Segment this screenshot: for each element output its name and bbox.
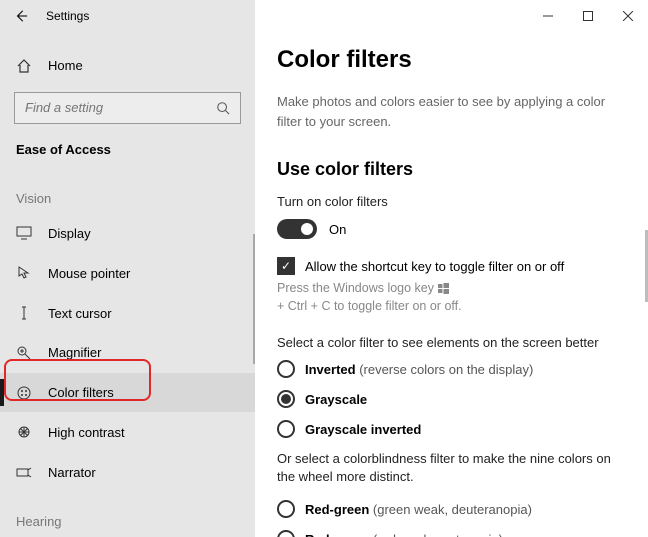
- content: Color filters Make photos and colors eas…: [255, 32, 648, 537]
- back-button[interactable]: [14, 9, 28, 23]
- sidebar-item-display[interactable]: Display: [0, 214, 255, 254]
- search-icon: [216, 101, 230, 115]
- category-header: Ease of Access: [0, 124, 255, 169]
- page-description: Make photos and colors easier to see by …: [277, 92, 617, 131]
- sidebar-item-magnifier[interactable]: Magnifier: [0, 333, 255, 373]
- toggle-state: On: [329, 222, 346, 237]
- search-wrap: [0, 84, 255, 124]
- maximize-button[interactable]: [568, 0, 608, 32]
- select-filter-label: Select a color filter to see elements on…: [277, 335, 626, 350]
- sidebar-item-narrator[interactable]: Narrator: [0, 452, 255, 492]
- sidebar-item-colorfilters[interactable]: Color filters: [0, 373, 255, 413]
- colorfilters-icon: [16, 385, 32, 401]
- radio-grayscale-inverted[interactable]: Grayscale inverted: [277, 420, 626, 438]
- titlebar-left: Settings: [0, 0, 255, 32]
- textcursor-icon: [16, 305, 32, 321]
- subcategory-hearing: Hearing: [0, 492, 255, 537]
- main-panel: Color filters Make photos and colors eas…: [255, 0, 648, 537]
- radio-grayscale[interactable]: Grayscale: [277, 390, 626, 408]
- checkbox-label: Allow the shortcut key to toggle filter …: [305, 259, 564, 274]
- search-input[interactable]: [25, 100, 216, 115]
- home-nav[interactable]: Home: [0, 48, 255, 84]
- shortcut-checkbox-row: ✓ Allow the shortcut key to toggle filte…: [277, 257, 626, 275]
- or-text: Or select a colorblindness filter to mak…: [277, 450, 617, 486]
- radio-redgreen-protan[interactable]: Red-green (red weak, protanopia): [277, 530, 626, 537]
- nav-label: Magnifier: [48, 345, 101, 360]
- section-use-filters: Use color filters: [277, 159, 626, 180]
- sidebar: Settings Home Ease of Access Vision Disp…: [0, 0, 255, 537]
- toggle-row: On: [277, 219, 626, 239]
- shortcut-hint: Press the Windows logo key + Ctrl + C to…: [277, 281, 626, 313]
- color-filters-toggle[interactable]: [277, 219, 317, 239]
- home-icon: [16, 58, 32, 74]
- nav-label: High contrast: [48, 425, 125, 440]
- shortcut-checkbox[interactable]: ✓: [277, 257, 295, 275]
- sidebar-item-textcursor[interactable]: Text cursor: [0, 293, 255, 333]
- radio-inverted[interactable]: Inverted (reverse colors on the display): [277, 360, 626, 378]
- highcontrast-icon: [16, 424, 32, 440]
- narrator-icon: [16, 464, 32, 480]
- toggle-label: Turn on color filters: [277, 194, 626, 209]
- titlebar-right: [255, 0, 648, 32]
- magnifier-icon: [16, 345, 32, 361]
- radio-redgreen-deuter[interactable]: Red-green (green weak, deuteranopia): [277, 500, 626, 518]
- minimize-button[interactable]: [528, 0, 568, 32]
- sidebar-item-mouse[interactable]: Mouse pointer: [0, 253, 255, 293]
- nav-label: Color filters: [48, 385, 114, 400]
- close-button[interactable]: [608, 0, 648, 32]
- subcategory-vision: Vision: [0, 169, 255, 214]
- home-label: Home: [48, 58, 83, 73]
- app-title: Settings: [46, 9, 89, 23]
- nav-label: Text cursor: [48, 306, 112, 321]
- display-icon: [16, 226, 32, 240]
- nav-label: Mouse pointer: [48, 266, 130, 281]
- page-title: Color filters: [277, 46, 626, 74]
- windows-key-icon: [438, 283, 449, 294]
- mouse-icon: [16, 265, 32, 281]
- search-box[interactable]: [14, 92, 241, 124]
- sidebar-item-highcontrast[interactable]: High contrast: [0, 412, 255, 452]
- nav-label: Narrator: [48, 465, 96, 480]
- nav-label: Display: [48, 226, 91, 241]
